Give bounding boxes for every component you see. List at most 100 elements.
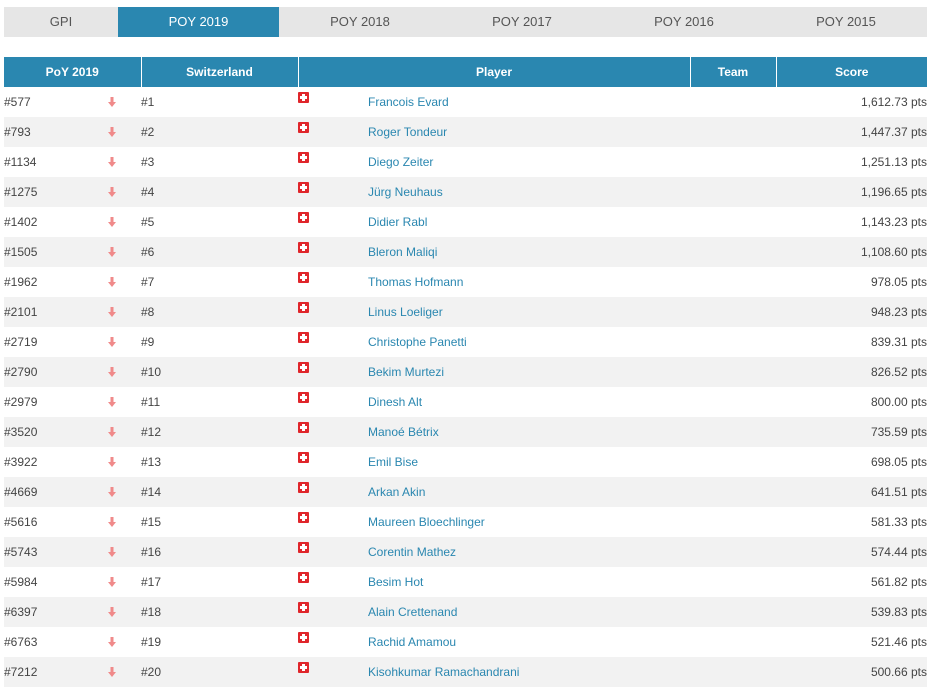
player-link[interactable]: Bleron Maliqi [368,245,437,259]
tab-gpi[interactable]: GPI [4,7,118,37]
country-rank: #10 [141,365,162,379]
table-row: #2979 #11 Dinesh Alt 800.00 pts [4,387,927,417]
swiss-flag-icon [298,422,309,433]
score-cell: 948.23 pts [870,305,927,319]
poy-rank: #3922 [4,455,38,469]
player-cell: Alain Crettenand [368,597,690,627]
rank-down-arrow-icon [108,367,116,377]
player-link[interactable]: Maureen Bloechlinger [368,515,485,529]
score-cell: 978.05 pts [870,275,927,289]
swiss-flag-icon [298,662,309,673]
table-row: #577 #1 Francois Evard 1,612.73 pts [4,87,927,117]
player-link[interactable]: Arkan Akin [368,485,425,499]
player-cell: Emil Bise [368,447,690,477]
tab-poy-2019[interactable]: POY 2019 [118,7,279,37]
player-link[interactable]: Linus Loeliger [368,305,443,319]
player-link[interactable]: Thomas Hofmann [368,275,463,289]
player-link[interactable]: Alain Crettenand [368,605,457,619]
player-link[interactable]: Roger Tondeur [368,125,447,139]
header-team[interactable]: Team [690,57,777,87]
rank-down-cell [108,447,141,477]
poy-rank: #2979 [4,395,38,409]
flag-cell [298,267,368,297]
player-link[interactable]: Didier Rabl [368,215,427,229]
table-row: #6397 #18 Alain Crettenand 539.83 pts [4,597,927,627]
rank-down-arrow-icon [108,637,116,647]
score-cell: 826.52 pts [870,365,927,379]
player-link[interactable]: Kisohkumar Ramachandrani [368,665,519,679]
table-row: #2790 #10 Bekim Murtezi 826.52 pts [4,357,927,387]
table-row: #1402 #5 Didier Rabl 1,143.23 pts [4,207,927,237]
table-row: #1505 #6 Bleron Maliqi 1,108.60 pts [4,237,927,267]
swiss-flag-icon [298,572,309,583]
flag-cell [298,207,368,237]
country-rank: #9 [141,335,155,349]
team-cell [690,87,776,117]
flag-cell [298,417,368,447]
tab-poy-2017[interactable]: POY 2017 [441,7,603,37]
flag-cell [298,507,368,537]
country-rank: #18 [141,605,162,619]
poy-rank: #793 [4,125,31,139]
swiss-flag-icon [298,122,309,133]
player-link[interactable]: Diego Zeiter [368,155,433,169]
rank-down-cell [108,87,141,117]
flag-cell [298,327,368,357]
player-link[interactable]: Christophe Panetti [368,335,467,349]
player-link[interactable]: Dinesh Alt [368,395,422,409]
swiss-flag-icon [298,602,309,613]
country-rank: #4 [141,185,155,199]
score-cell: 1,251.13 pts [860,155,927,169]
table-row: #6763 #19 Rachid Amamou 521.46 pts [4,627,927,657]
tab-poy-2018[interactable]: POY 2018 [279,7,441,37]
ranking-tabs: GPI POY 2019 POY 2018 POY 2017 POY 2016 … [4,7,927,37]
player-link[interactable]: Jürg Neuhaus [368,185,443,199]
poy-rank: #5743 [4,545,38,559]
player-cell: Christophe Panetti [368,327,690,357]
team-cell [690,447,776,477]
player-cell: Francois Evard [368,87,690,117]
team-cell [690,507,776,537]
header-score[interactable]: Score [776,57,927,87]
swiss-flag-icon [298,542,309,553]
player-link[interactable]: Corentin Mathez [368,545,456,559]
swiss-flag-icon [298,92,309,103]
swiss-flag-icon [298,452,309,463]
flag-cell [298,477,368,507]
poy-rank: #1275 [4,185,38,199]
rank-down-cell [108,387,141,417]
player-cell: Jürg Neuhaus [368,177,690,207]
rank-down-arrow-icon [108,607,116,617]
tab-poy-2015[interactable]: POY 2015 [765,7,927,37]
poy-rank: #7212 [4,665,38,679]
rank-down-arrow-icon [108,217,116,227]
player-cell: Roger Tondeur [368,117,690,147]
swiss-flag-icon [298,272,309,283]
header-player[interactable]: Player [298,57,691,87]
player-link[interactable]: Manoé Bétrix [368,425,439,439]
swiss-flag-icon [298,362,309,373]
header-country[interactable]: Switzerland [141,57,299,87]
rank-down-cell [108,237,141,267]
country-rank: #16 [141,545,162,559]
flag-cell [298,177,368,207]
country-rank: #11 [141,395,161,409]
country-rank: #20 [141,665,162,679]
swiss-flag-icon [298,392,309,403]
player-cell: Linus Loeliger [368,297,690,327]
score-cell: 839.31 pts [870,335,927,349]
player-link[interactable]: Besim Hot [368,575,423,589]
rank-down-cell [108,417,141,447]
rank-down-cell [108,597,141,627]
header-poy[interactable]: PoY 2019 [4,57,142,87]
tab-poy-2016[interactable]: POY 2016 [603,7,765,37]
player-link[interactable]: Francois Evard [368,95,449,109]
rank-down-cell [108,357,141,387]
table-row: #1962 #7 Thomas Hofmann 978.05 pts [4,267,927,297]
flag-cell [298,447,368,477]
table-row: #7212 #20 Kisohkumar Ramachandrani 500.66 p… [4,657,927,687]
player-link[interactable]: Rachid Amamou [368,635,456,649]
team-cell [690,477,776,507]
player-link[interactable]: Bekim Murtezi [368,365,444,379]
player-link[interactable]: Emil Bise [368,455,418,469]
